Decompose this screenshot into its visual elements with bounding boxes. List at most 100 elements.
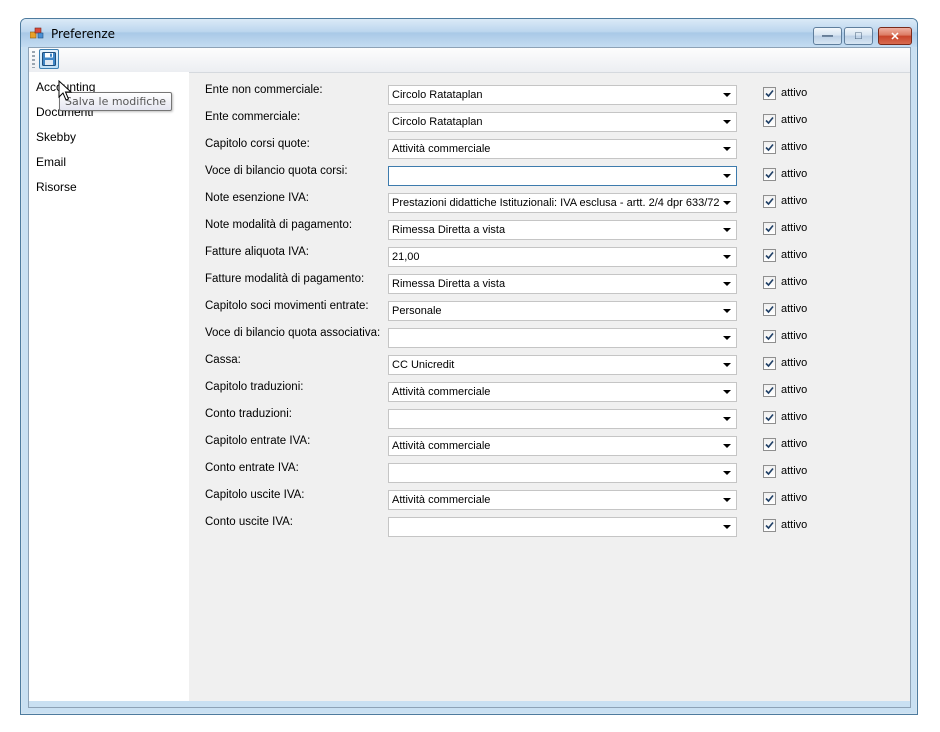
field-label: Note modalità di pagamento: [205,219,353,231]
close-button[interactable]: ✕ [878,27,912,45]
dropdown-arrow-icon[interactable] [723,471,731,475]
combo-value: Attività commerciale [392,386,491,398]
combo-box-14[interactable] [388,463,737,483]
maximize-button[interactable]: □ [844,27,873,45]
close-icon: ✕ [890,30,900,43]
form-row-8: Capitolo soci movimenti entrate: Persona… [205,300,905,321]
minimize-button[interactable]: — [813,27,842,45]
attivo-checkbox-6[interactable] [763,249,776,262]
combo-box-13[interactable]: Attività commerciale [388,436,737,456]
form-row-11: Capitolo traduzioni: Attività commercial… [205,381,905,402]
title-bar[interactable]: Preferenze — □ ✕ [21,19,917,47]
sidebar-item-skebby[interactable]: Skebby [36,130,76,144]
dropdown-arrow-icon[interactable] [723,201,731,205]
sidebar-item-email[interactable]: Email [36,155,66,169]
attivo-checkbox-15[interactable] [763,492,776,505]
combo-box-11[interactable]: Attività commerciale [388,382,737,402]
checkmark-icon [765,170,774,179]
dropdown-arrow-icon[interactable] [723,390,731,394]
checkmark-icon [765,359,774,368]
combo-value: Attività commerciale [392,143,491,155]
combo-box-1[interactable]: Circolo Ratataplan [388,112,737,132]
dropdown-arrow-icon[interactable] [723,417,731,421]
combo-box-5[interactable]: Rimessa Diretta a vista [388,220,737,240]
attivo-checkbox-8[interactable] [763,303,776,316]
checkbox-label: attivo [781,222,808,234]
combo-value: Attività commerciale [392,440,491,452]
dropdown-arrow-icon[interactable] [723,363,731,367]
attivo-checkbox-2[interactable] [763,141,776,154]
attivo-checkbox-14[interactable] [763,465,776,478]
attivo-checkbox-16[interactable] [763,519,776,532]
floppy-disk-icon [42,52,56,66]
attivo-checkbox-0[interactable] [763,87,776,100]
combo-box-10[interactable]: CC Unicredit [388,355,737,375]
field-label: Fatture aliquota IVA: [205,246,309,258]
sidebar-item-risorse[interactable]: Risorse [36,180,77,194]
combo-box-7[interactable]: Rimessa Diretta a vista [388,274,737,294]
attivo-checkbox-12[interactable] [763,411,776,424]
combo-box-12[interactable] [388,409,737,429]
checkbox-label: attivo [781,249,808,261]
field-label: Capitolo entrate IVA: [205,435,311,447]
dropdown-arrow-icon[interactable] [723,228,731,232]
checkbox-label: attivo [781,141,808,153]
checkmark-icon [765,386,774,395]
field-label: Capitolo traduzioni: [205,381,304,393]
attivo-checkbox-4[interactable] [763,195,776,208]
form-row-4: Note esenzione IVA: Prestazioni didattic… [205,192,905,213]
dropdown-arrow-icon[interactable] [723,498,731,502]
form-row-10: Cassa: CC Unicredit attivo [205,354,905,375]
dropdown-arrow-icon[interactable] [723,147,731,151]
combo-box-8[interactable]: Personale [388,301,737,321]
save-tooltip: Salva le modifiche [59,92,173,111]
dropdown-arrow-icon[interactable] [723,174,731,178]
save-button[interactable] [39,49,59,69]
attivo-checkbox-13[interactable] [763,438,776,451]
dropdown-arrow-icon[interactable] [723,336,731,340]
combo-value: Attività commerciale [392,494,491,506]
combo-box-15[interactable]: Attività commerciale [388,490,737,510]
attivo-checkbox-1[interactable] [763,114,776,127]
checkbox-label: attivo [781,114,808,126]
combo-value: Circolo Ratataplan [392,116,483,128]
attivo-checkbox-10[interactable] [763,357,776,370]
combo-box-9[interactable] [388,328,737,348]
combo-box-2[interactable]: Attività commerciale [388,139,737,159]
field-label: Conto traduzioni: [205,408,292,420]
dropdown-arrow-icon[interactable] [723,120,731,124]
attivo-checkbox-7[interactable] [763,276,776,289]
checkmark-icon [765,494,774,503]
dropdown-arrow-icon[interactable] [723,444,731,448]
form-row-5: Note modalità di pagamento: Rimessa Dire… [205,219,905,240]
client-area: Accounting Documenti Skebby Email Risors… [28,47,911,708]
attivo-checkbox-5[interactable] [763,222,776,235]
combo-box-4[interactable]: Prestazioni didattiche Istituzionali: IV… [388,193,737,213]
attivo-checkbox-11[interactable] [763,384,776,397]
combo-value: Prestazioni didattiche Istituzionali: IV… [392,197,720,209]
dropdown-arrow-icon[interactable] [723,525,731,529]
combo-box-6[interactable]: 21,00 [388,247,737,267]
combo-box-3[interactable] [388,166,737,186]
field-label: Ente non commerciale: [205,84,323,96]
checkmark-icon [765,197,774,206]
window-bottom-border [29,701,910,707]
attivo-checkbox-3[interactable] [763,168,776,181]
field-label: Fatture modalità di pagamento: [205,273,365,285]
toolbar-grip[interactable] [32,51,35,68]
form-row-14: Conto entrate IVA: attivo [205,462,905,483]
dropdown-arrow-icon[interactable] [723,309,731,313]
checkbox-label: attivo [781,87,808,99]
checkbox-label: attivo [781,330,808,342]
dropdown-arrow-icon[interactable] [723,255,731,259]
field-label: Ente commerciale: [205,111,301,123]
combo-box-16[interactable] [388,517,737,537]
combo-box-0[interactable]: Circolo Ratataplan [388,85,737,105]
combo-value: Personale [392,305,442,317]
field-label: Conto uscite IVA: [205,516,293,528]
minimize-icon: — [822,30,833,42]
dropdown-arrow-icon[interactable] [723,93,731,97]
attivo-checkbox-9[interactable] [763,330,776,343]
field-label: Voce di bilancio quota associativa: [205,327,381,339]
dropdown-arrow-icon[interactable] [723,282,731,286]
